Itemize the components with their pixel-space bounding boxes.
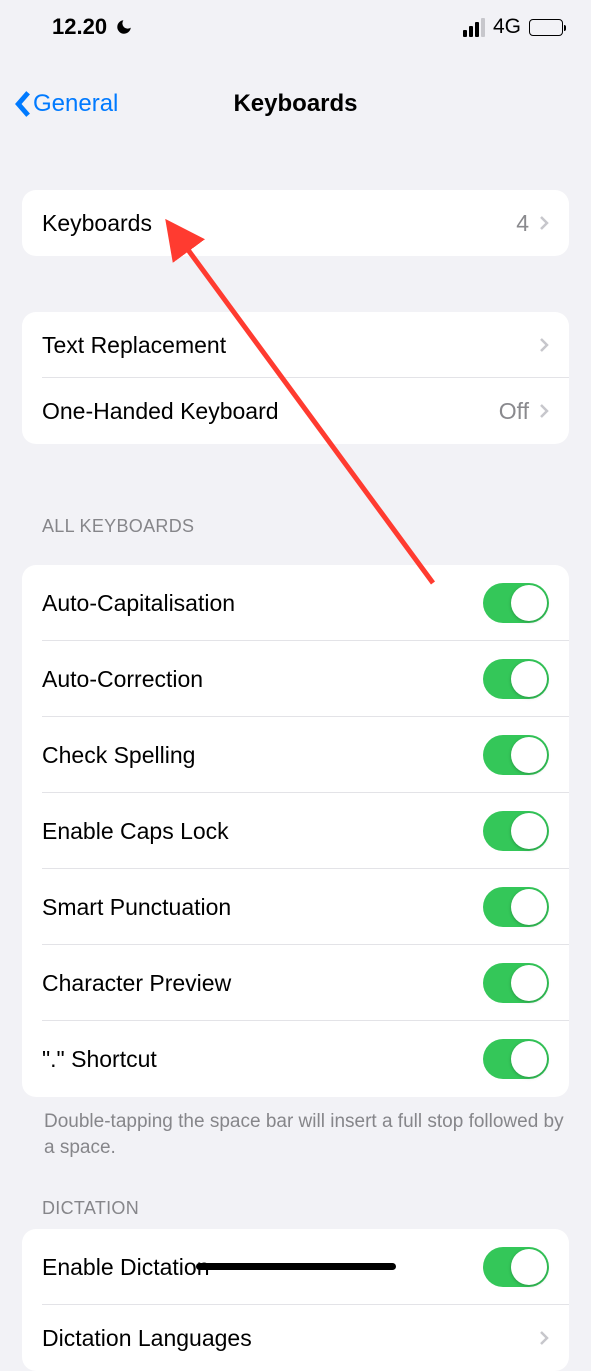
- page-title: Keyboards: [233, 90, 357, 118]
- row-label: Auto-Correction: [42, 666, 483, 693]
- back-button[interactable]: General: [14, 90, 118, 118]
- cellular-signal-icon: [463, 18, 485, 37]
- row-dictation-languages[interactable]: Dictation Languages: [22, 1305, 569, 1371]
- group-keyboards: Keyboards 4: [22, 190, 569, 256]
- row-label: Enable Caps Lock: [42, 818, 483, 845]
- chevron-right-icon: [539, 215, 549, 231]
- chevron-left-icon: [14, 90, 31, 118]
- section-header-all-keyboards: ALL KEYBOARDS: [0, 516, 591, 547]
- row-auto-capitalisation: Auto-Capitalisation: [22, 565, 569, 641]
- toggle-smart-punctuation[interactable]: [483, 887, 549, 927]
- group-dictation: Enable Dictation Dictation Languages: [22, 1229, 569, 1371]
- row-label: "." Shortcut: [42, 1046, 483, 1073]
- nav-bar: General Keyboards: [0, 72, 591, 136]
- home-indicator[interactable]: [196, 1263, 396, 1270]
- row-label: Auto-Capitalisation: [42, 590, 483, 617]
- section-header-dictation: DICTATION: [0, 1198, 591, 1229]
- row-label: Check Spelling: [42, 742, 483, 769]
- row-check-spelling: Check Spelling: [22, 717, 569, 793]
- toggle-enable-dictation[interactable]: [483, 1247, 549, 1287]
- row-value: 4: [516, 210, 529, 237]
- toggle-auto-correction[interactable]: [483, 659, 549, 699]
- row-one-handed-keyboard[interactable]: One-Handed Keyboard Off: [22, 378, 569, 444]
- toggle-check-spelling[interactable]: [483, 735, 549, 775]
- toggle-dot-shortcut[interactable]: [483, 1039, 549, 1079]
- status-right: 4G: [463, 15, 563, 39]
- row-text-replacement[interactable]: Text Replacement: [22, 312, 569, 378]
- network-label: 4G: [493, 15, 521, 39]
- toggle-enable-caps-lock[interactable]: [483, 811, 549, 851]
- chevron-right-icon: [539, 337, 549, 353]
- row-keyboards[interactable]: Keyboards 4: [22, 190, 569, 256]
- row-auto-correction: Auto-Correction: [22, 641, 569, 717]
- battery-icon: [529, 19, 563, 36]
- status-left: 12.20: [52, 14, 133, 40]
- toggle-auto-capitalisation[interactable]: [483, 583, 549, 623]
- group-all-keyboards: Auto-Capitalisation Auto-Correction Chec…: [22, 565, 569, 1097]
- status-bar: 12.20 4G: [0, 0, 591, 54]
- row-value: Off: [499, 398, 529, 425]
- back-label: General: [33, 90, 118, 118]
- row-label: One-Handed Keyboard: [42, 398, 499, 425]
- row-label: Character Preview: [42, 970, 483, 997]
- group-text-options: Text Replacement One-Handed Keyboard Off: [22, 312, 569, 444]
- do-not-disturb-icon: [115, 18, 133, 36]
- chevron-right-icon: [539, 403, 549, 419]
- row-label: Text Replacement: [42, 332, 539, 359]
- toggle-character-preview[interactable]: [483, 963, 549, 1003]
- status-time: 12.20: [52, 14, 107, 40]
- row-label: Smart Punctuation: [42, 894, 483, 921]
- row-dot-shortcut: "." Shortcut: [22, 1021, 569, 1097]
- row-character-preview: Character Preview: [22, 945, 569, 1021]
- row-label: Keyboards: [42, 210, 516, 237]
- section-footer-dot-shortcut: Double-tapping the space bar will insert…: [22, 1097, 569, 1160]
- row-enable-caps-lock: Enable Caps Lock: [22, 793, 569, 869]
- chevron-right-icon: [539, 1330, 549, 1346]
- row-smart-punctuation: Smart Punctuation: [22, 869, 569, 945]
- row-label: Dictation Languages: [42, 1325, 539, 1352]
